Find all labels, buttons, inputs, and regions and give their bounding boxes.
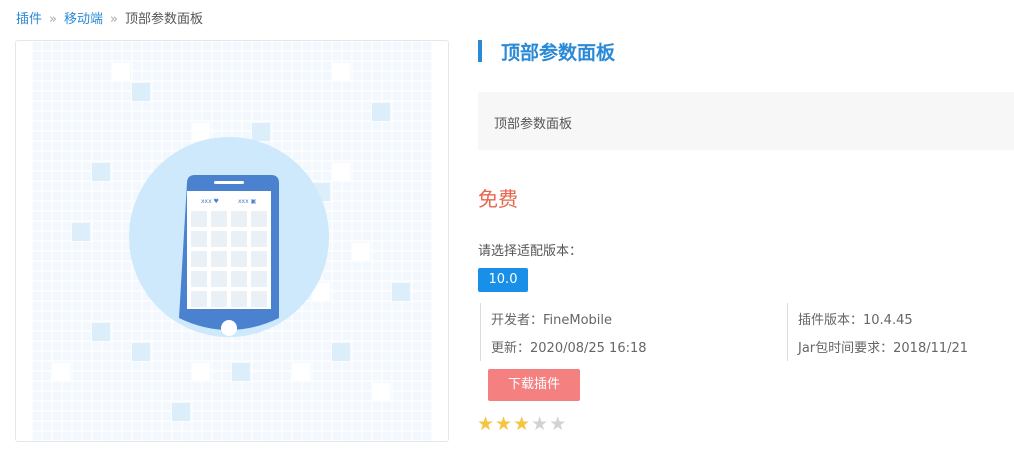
phone-app-tile — [231, 231, 247, 247]
phone-app-tile — [231, 291, 247, 307]
breadcrumb-separator: » — [110, 12, 118, 27]
breadcrumb-link-plugins[interactable]: 插件 — [16, 12, 42, 27]
phone-app-tile — [211, 251, 227, 267]
grid-tile — [332, 63, 350, 81]
phone-app-tile — [191, 271, 207, 287]
developer-text: 开发者：FineMobile — [491, 313, 613, 328]
star-filled-icon[interactable]: ★ — [513, 413, 531, 435]
phone-app-tile — [251, 271, 267, 287]
price-label: 免费 — [478, 187, 518, 211]
jar-requirement-text: Jar包时间要求：2018/11/21 — [798, 341, 969, 356]
phone-app-tile — [191, 211, 207, 227]
grid-tile — [372, 383, 390, 401]
grid-tile — [332, 163, 350, 181]
updated-text: 更新：2020/08/25 16:18 — [491, 341, 647, 356]
grid-tile — [392, 283, 410, 301]
grid-tile — [172, 403, 190, 421]
phone-app-tile — [251, 291, 267, 307]
phone-speaker — [214, 181, 244, 184]
grid-tile — [252, 123, 270, 141]
choose-version-label: 请选择适配版本： — [478, 244, 583, 259]
phone-home-button — [221, 320, 237, 336]
phone-app-tile — [211, 271, 227, 287]
grid-tile — [192, 123, 210, 141]
phone-app-tile — [251, 231, 267, 247]
grid-tile — [232, 363, 250, 381]
download-plugin-button[interactable]: 下载插件 — [488, 369, 580, 401]
breadcrumb-current: 顶部参数面板 — [124, 12, 203, 27]
grid-tile — [372, 103, 390, 121]
star-empty-icon[interactable]: ★ — [549, 413, 567, 435]
meta-left-column: 开发者：FineMobile 更新：2020/08/25 16:18 — [480, 303, 647, 361]
grid-tile — [72, 223, 90, 241]
meta-right-column: 插件版本：10.4.45 Jar包时间要求：2018/11/21 — [787, 303, 968, 361]
star-filled-icon[interactable]: ★ — [477, 413, 495, 435]
phone-app-tile — [191, 291, 207, 307]
plugin-description: 顶部参数面板 — [494, 117, 573, 132]
rating-stars[interactable]: ★★★★★ — [477, 413, 567, 435]
description-box: 顶部参数面板 — [478, 92, 1014, 150]
phone-app-tile — [231, 251, 247, 267]
phone-status-right: xxx ▣ — [238, 198, 256, 205]
grid-tile — [52, 363, 70, 381]
phone-app-tile — [211, 231, 227, 247]
phone-app-tile — [191, 251, 207, 267]
grid-tile — [92, 323, 110, 341]
phone-app-tile — [211, 211, 227, 227]
grid-tile — [132, 83, 150, 101]
breadcrumb: 插件 » 移动端 » 顶部参数面板 — [16, 8, 203, 27]
grid-tile — [132, 343, 150, 361]
grid-tile — [332, 343, 350, 361]
title-accent-bar — [478, 40, 482, 62]
plugin-preview-image: xxx ♥ xxx ▣ — [15, 40, 449, 442]
phone-app-tile — [251, 211, 267, 227]
grid-tile — [192, 363, 210, 381]
breadcrumb-separator: » — [49, 12, 57, 27]
phone-app-tile — [251, 251, 267, 267]
plugin-version-text: 插件版本：10.4.45 — [798, 313, 913, 328]
phone-app-tile — [231, 271, 247, 287]
star-filled-icon[interactable]: ★ — [495, 413, 513, 435]
star-empty-icon[interactable]: ★ — [531, 413, 549, 435]
version-option-button[interactable]: 10.0 — [478, 268, 528, 292]
phone-status-left: xxx ♥ — [201, 198, 219, 205]
grid-tile — [92, 163, 110, 181]
phone-app-tile — [191, 231, 207, 247]
grid-tile — [352, 243, 370, 261]
page-title: 顶部参数面板 — [501, 42, 616, 64]
breadcrumb-link-mobile[interactable]: 移动端 — [64, 12, 103, 27]
phone-app-tile — [211, 291, 227, 307]
phone-app-tile — [231, 211, 247, 227]
mobile-phone-illustration: xxx ♥ xxx ▣ — [31, 41, 433, 441]
grid-tile — [292, 363, 310, 381]
grid-tile — [112, 63, 130, 81]
